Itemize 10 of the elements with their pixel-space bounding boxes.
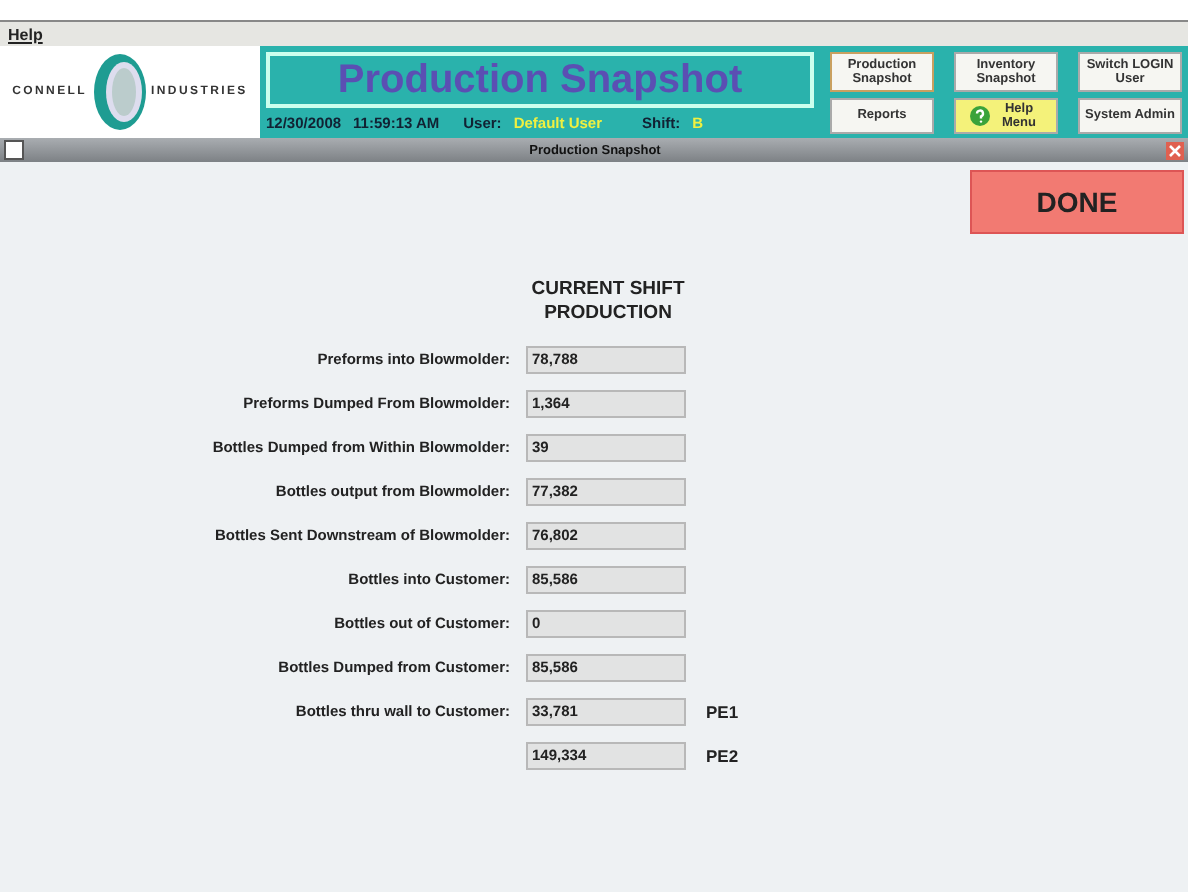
window-checkbox[interactable] <box>4 140 24 160</box>
menu-item[interactable]: Help <box>8 25 43 43</box>
section-title: CURRENT SHIFT PRODUCTION <box>529 278 687 328</box>
line-label: PE2 <box>706 745 739 766</box>
help-icon <box>969 106 989 126</box>
logo-icon <box>89 52 150 132</box>
close-icon[interactable] <box>1166 141 1184 159</box>
app-title: Production Snapshot <box>266 52 814 108</box>
done-button[interactable]: DONE <box>970 170 1184 234</box>
line-label: PE1 <box>706 701 739 722</box>
